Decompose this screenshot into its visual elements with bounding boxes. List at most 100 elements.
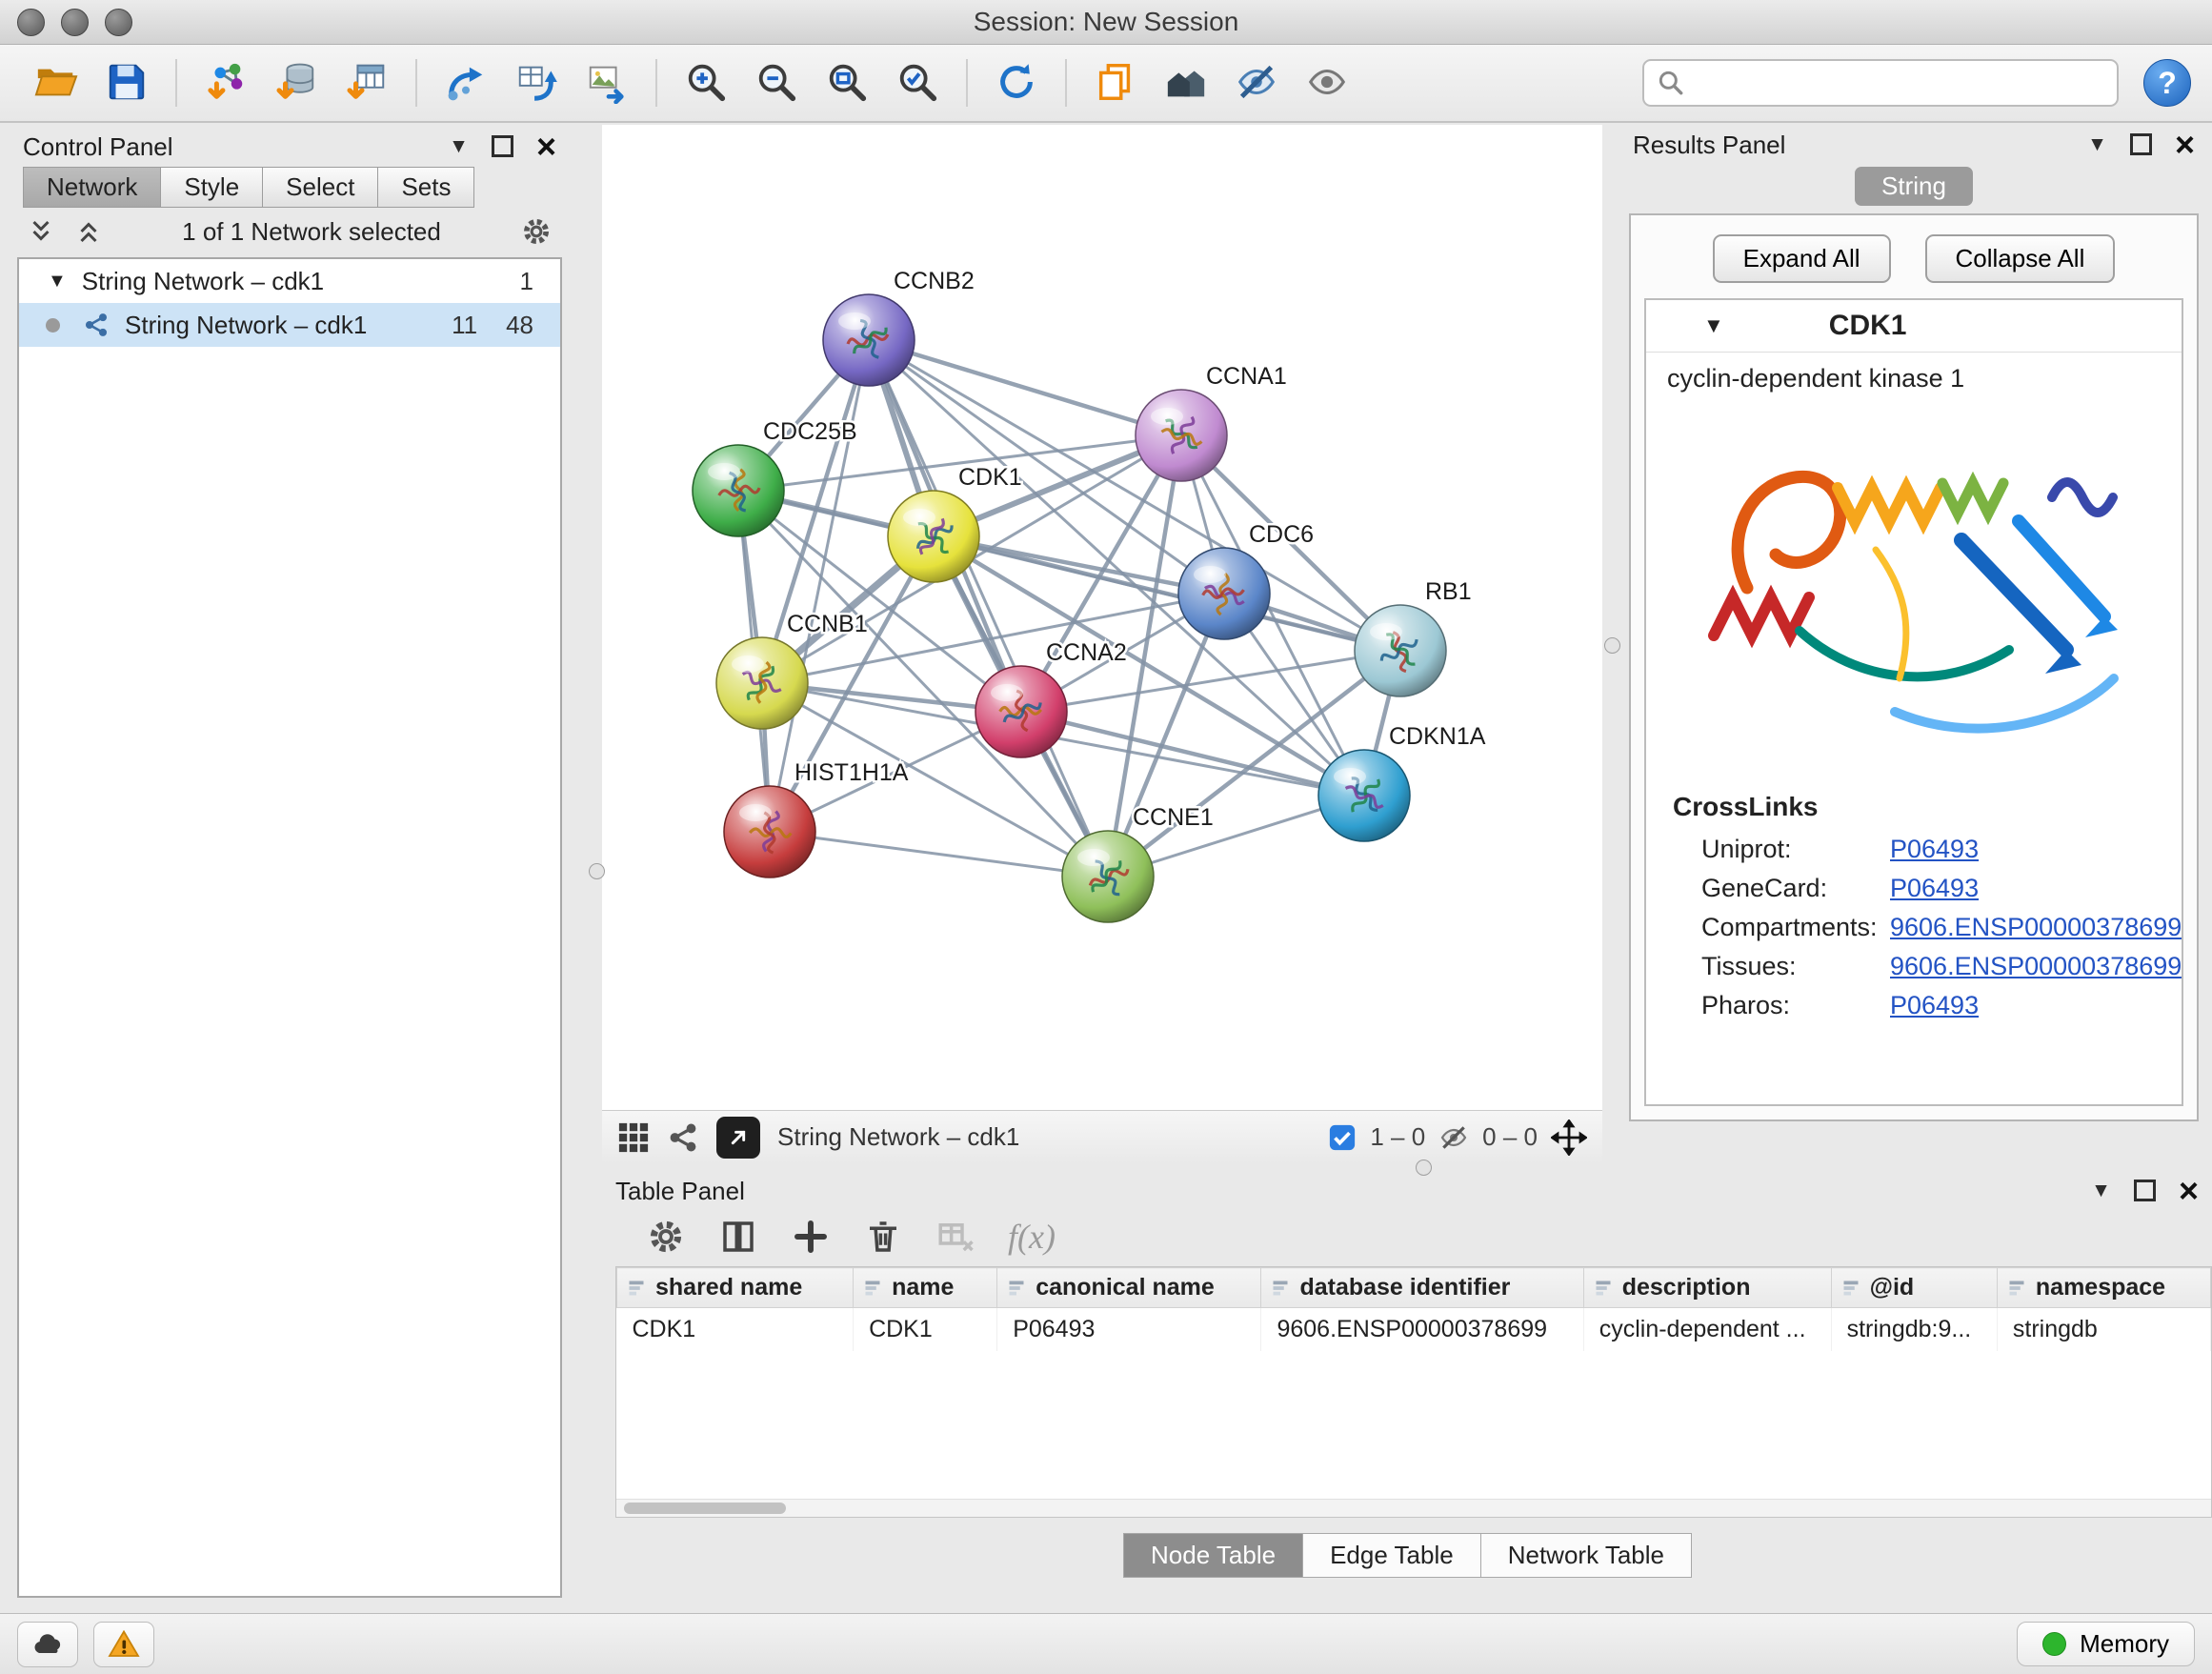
tree-caret-icon[interactable]: ▼: [48, 271, 67, 292]
tab-edge-table[interactable]: Edge Table: [1302, 1533, 1481, 1578]
column-sort-icon[interactable]: [1841, 1279, 1860, 1298]
detach-view-button[interactable]: [716, 1117, 760, 1159]
help-button[interactable]: ?: [2143, 59, 2191, 107]
import-table-button[interactable]: [335, 51, 398, 114]
column-header-description[interactable]: description: [1583, 1268, 1831, 1308]
crosslink-link[interactable]: 9606.ENSP00000378699: [1890, 913, 2182, 942]
new-network-selection-button[interactable]: [434, 51, 497, 114]
network-options-gear-icon[interactable]: [520, 215, 553, 248]
close-window-button[interactable]: [17, 9, 45, 36]
network-edge[interactable]: [770, 832, 1108, 877]
collapse-all-icon[interactable]: [27, 217, 55, 246]
import-database-button[interactable]: [265, 51, 328, 114]
column-header-database-identifier[interactable]: database identifier: [1261, 1268, 1583, 1308]
minimize-window-button[interactable]: [61, 9, 89, 36]
panel-close-button[interactable]: ×: [2175, 131, 2195, 159]
column-sort-icon[interactable]: [1007, 1279, 1026, 1298]
zoom-selected-button[interactable]: [886, 51, 949, 114]
hide-selected-button[interactable]: [1225, 51, 1288, 114]
network-edge[interactable]: [869, 340, 1181, 435]
network-node-CCNA1[interactable]: [1136, 390, 1227, 481]
panel-close-button[interactable]: ×: [2179, 1178, 2199, 1205]
network-node-CCNB1[interactable]: [716, 637, 808, 729]
import-network-button[interactable]: [194, 51, 257, 114]
gene-header[interactable]: ▼ CDK1: [1646, 300, 2182, 353]
save-session-button[interactable]: [95, 51, 158, 114]
copy-button[interactable]: [1084, 51, 1147, 114]
tab-select[interactable]: Select: [262, 167, 378, 208]
network-node-RB1[interactable]: [1355, 605, 1446, 696]
birdseye-view-icon[interactable]: [667, 1121, 699, 1154]
table-row[interactable]: CDK1CDK1P064939606.ENSP00000378699cyclin…: [617, 1308, 2211, 1352]
table-cell[interactable]: stringdb:9...: [1831, 1308, 1997, 1352]
panel-menu-caret-icon[interactable]: ▼: [2091, 1180, 2111, 1202]
tab-network[interactable]: Network: [23, 167, 161, 208]
network-node-CCNA2[interactable]: [975, 666, 1067, 757]
network-node-CCNE1[interactable]: [1062, 831, 1154, 922]
column-header-name[interactable]: name: [854, 1268, 997, 1308]
table-settings-button[interactable]: [646, 1217, 686, 1257]
zoom-out-button[interactable]: [745, 51, 808, 114]
vertical-splitter-handle[interactable]: [1604, 637, 1620, 654]
collapse-all-button[interactable]: Collapse All: [1925, 234, 2116, 283]
column-sort-icon[interactable]: [1594, 1279, 1613, 1298]
column-header-namespace[interactable]: namespace: [1997, 1268, 2210, 1308]
warnings-button[interactable]: [93, 1622, 154, 1667]
tab-string[interactable]: String: [1855, 167, 1973, 206]
zoom-fit-button[interactable]: [815, 51, 878, 114]
tab-sets[interactable]: Sets: [377, 167, 474, 208]
expand-all-icon[interactable]: [74, 217, 103, 246]
expand-all-button[interactable]: Expand All: [1713, 234, 1891, 283]
panel-float-button[interactable]: [2134, 1180, 2156, 1201]
network-node-CDKN1A[interactable]: [1318, 750, 1410, 841]
gene-collapse-caret-icon[interactable]: ▼: [1703, 313, 1724, 338]
column-header-canonical-name[interactable]: canonical name: [997, 1268, 1261, 1308]
add-column-button[interactable]: [791, 1217, 831, 1257]
table-cell[interactable]: CDK1: [617, 1308, 854, 1352]
column-sort-icon[interactable]: [1271, 1279, 1290, 1298]
cloud-button[interactable]: [17, 1622, 78, 1667]
grid-view-icon[interactable]: [617, 1121, 650, 1154]
home-button[interactable]: [1155, 51, 1217, 114]
network-node-CDC6[interactable]: [1178, 548, 1270, 639]
memory-button[interactable]: Memory: [2017, 1622, 2195, 1666]
network-node-CDK1[interactable]: [888, 491, 979, 582]
panel-menu-caret-icon[interactable]: ▼: [449, 135, 469, 158]
network-row[interactable]: String Network – cdk1 11 48: [19, 303, 560, 347]
pan-crosshair-icon[interactable]: [1551, 1119, 1587, 1156]
horizontal-scrollbar[interactable]: [616, 1499, 2211, 1517]
new-network-table-button[interactable]: [505, 51, 568, 114]
network-edge[interactable]: [770, 340, 869, 832]
panel-float-button[interactable]: [2130, 133, 2152, 155]
open-session-button[interactable]: [25, 51, 88, 114]
refresh-layout-button[interactable]: [985, 51, 1048, 114]
table-cell[interactable]: P06493: [997, 1308, 1261, 1352]
tab-network-table[interactable]: Network Table: [1480, 1533, 1692, 1578]
network-node-CCNB2[interactable]: [823, 294, 915, 386]
export-image-button[interactable]: [575, 51, 638, 114]
network-edge[interactable]: [869, 340, 1108, 877]
search-input[interactable]: [1642, 59, 2119, 107]
panel-close-button[interactable]: ×: [536, 133, 556, 161]
crosslink-link[interactable]: P06493: [1890, 991, 1979, 1020]
selected-checkbox-icon[interactable]: [1328, 1123, 1357, 1152]
show-columns-button[interactable]: [718, 1217, 758, 1257]
network-canvas[interactable]: CCNB2CCNA1CDC25BCDK1CDC6RB1CCNB1CCNA2CDK…: [602, 125, 1602, 1110]
network-node-CDC25B[interactable]: [693, 445, 784, 536]
network-edge[interactable]: [1021, 712, 1364, 796]
panel-float-button[interactable]: [492, 135, 513, 157]
zoom-window-button[interactable]: [105, 9, 132, 36]
function-builder-button[interactable]: f(x): [1008, 1217, 1056, 1257]
vertical-splitter-handle[interactable]: [589, 863, 605, 879]
column-sort-icon[interactable]: [2007, 1279, 2026, 1298]
column-header--id[interactable]: @id: [1831, 1268, 1997, 1308]
scrollbar-thumb[interactable]: [624, 1503, 786, 1514]
crosslink-link[interactable]: P06493: [1890, 874, 1979, 903]
horizontal-splitter-handle[interactable]: [1416, 1160, 1432, 1176]
crosslink-link[interactable]: 9606.ENSP00000378699: [1890, 952, 2182, 981]
network-collection-row[interactable]: ▼ String Network – cdk1 1: [19, 259, 560, 303]
table-cell[interactable]: cyclin-dependent ...: [1583, 1308, 1831, 1352]
panel-menu-caret-icon[interactable]: ▼: [2087, 133, 2107, 156]
delete-column-button[interactable]: [863, 1217, 903, 1257]
table-cell[interactable]: stringdb: [1997, 1308, 2210, 1352]
